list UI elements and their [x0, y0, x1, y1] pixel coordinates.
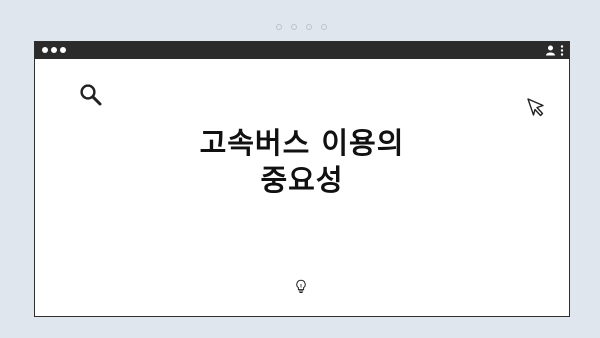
kebab-menu-icon[interactable]	[560, 45, 564, 56]
lightbulb-icon	[296, 279, 306, 293]
title-line-1: 고속버스 이용의	[199, 126, 405, 160]
browser-window: 고속버스 이용의 중요성	[34, 41, 570, 317]
window-titlebar	[35, 42, 569, 59]
outer-dot	[291, 24, 297, 30]
page-title: 고속버스 이용의 중요성	[35, 125, 569, 199]
close-dot[interactable]	[42, 47, 48, 53]
outer-page-dots	[276, 24, 327, 30]
window-controls	[42, 47, 66, 53]
maximize-dot[interactable]	[60, 47, 66, 53]
outer-dot	[306, 24, 312, 30]
search-icon	[80, 84, 102, 106]
profile-icon[interactable]	[546, 45, 555, 56]
title-line-2: 중요성	[260, 163, 344, 197]
outer-dot	[321, 24, 327, 30]
outer-dot	[276, 24, 282, 30]
minimize-dot[interactable]	[51, 47, 57, 53]
cursor-icon	[527, 98, 544, 117]
